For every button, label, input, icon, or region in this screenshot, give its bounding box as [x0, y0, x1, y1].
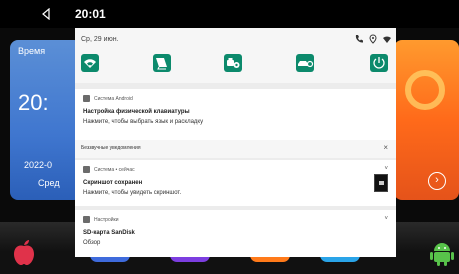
notification-keyboard[interactable]: Система Android Настройка физической кла… [75, 89, 396, 141]
notification-header: Система Android [83, 95, 133, 102]
notification-body: Нажмите, чтобы увидеть скриншот. [83, 190, 182, 196]
screenshot-thumbnail[interactable] [374, 174, 388, 192]
close-icon[interactable]: × [383, 143, 388, 152]
chevron-down-icon[interactable]: ˅ [384, 216, 388, 222]
weather-day: Сред [38, 178, 60, 188]
tile-car-key[interactable] [296, 54, 314, 72]
notification-sdcard[interactable]: Настройки ˅ SD-карта SanDisk Обзор [75, 210, 396, 257]
tile-power[interactable] [370, 54, 388, 72]
silent-label: Беззвучные уведомления [81, 145, 141, 151]
power-icon [373, 57, 385, 69]
tile-car-settings[interactable] [224, 54, 242, 72]
notification-title: Настройка физической клавиатуры [83, 109, 190, 115]
weather-time: 20: [18, 90, 49, 115]
notification-header: Система • сейчас [83, 166, 135, 173]
qs-date: Ср, 29 июн. [81, 36, 119, 43]
screen: Время 20: 2022-0 Сред › 20:01 Ср, 29 июн… [0, 0, 459, 274]
weather-title: Время [18, 46, 46, 56]
weather-date: 2022-0 [24, 160, 53, 170]
apple-icon[interactable] [12, 238, 36, 266]
car-settings-icon [227, 58, 240, 68]
android-system-icon [83, 95, 90, 102]
sd-card-icon [83, 216, 90, 223]
wifi-icon [84, 59, 96, 68]
quick-settings: Ср, 29 июн. [75, 28, 396, 83]
notification-title: SD-карта SanDisk [83, 230, 135, 236]
android-icon[interactable] [430, 240, 454, 266]
notification-screenshot[interactable]: Система • сейчас ˅ Скриншот сохранен Наж… [75, 160, 396, 206]
back-icon[interactable] [40, 8, 52, 20]
notification-header: Настройки [83, 216, 119, 223]
notification-body: Нажмите, чтобы выбрать язык и раскладку [83, 119, 204, 125]
next-page-button[interactable]: › [428, 172, 446, 190]
notification-app: Настройки [94, 216, 119, 223]
notification-app: Система Android [94, 95, 133, 102]
status-bar: 20:01 [0, 0, 459, 28]
weather-widget[interactable]: Время 20: 2022-0 Сред [10, 40, 82, 200]
phone-icon [355, 35, 363, 43]
wifi-status-icon [383, 36, 391, 43]
notification-app: Система • сейчас [94, 166, 135, 173]
car-key-icon [298, 60, 314, 68]
tile-wifi[interactable] [81, 54, 99, 72]
chevron-down-icon[interactable]: ˅ [384, 166, 388, 172]
notification-title: Скриншот сохранен [83, 180, 143, 186]
notification-body: Обзор [83, 240, 101, 246]
tile-satellite[interactable] [153, 54, 171, 72]
notification-shade: Ср, 29 июн. Система Android Настройка фи… [75, 28, 396, 257]
speaker-graphic [405, 70, 445, 110]
media-widget[interactable] [394, 40, 459, 200]
clock: 20:01 [75, 7, 106, 21]
screenshot-icon [83, 166, 90, 173]
location-icon [369, 34, 377, 44]
satellite-dish-icon [156, 58, 167, 70]
qs-status-icons [354, 33, 392, 45]
silent-notifications-header: Беззвучные уведомления × [75, 140, 396, 158]
